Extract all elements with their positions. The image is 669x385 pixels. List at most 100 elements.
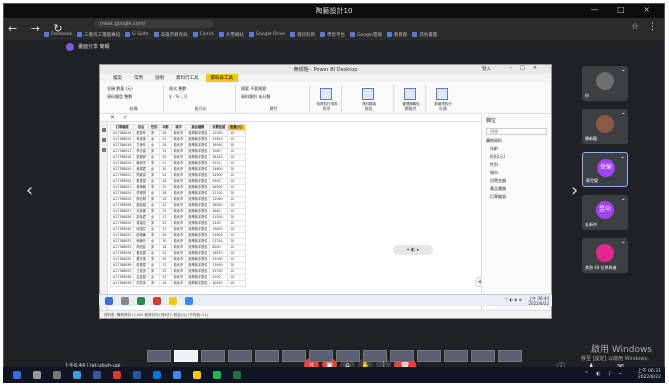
system-tray-icons[interactable]: ^ ◐ ♪ ⌁ [584, 371, 625, 377]
window-thumbnail[interactable] [200, 350, 225, 362]
window-thumbnail[interactable] [254, 350, 279, 362]
manage-relationships-icon[interactable] [404, 88, 416, 100]
fields-list: 購物資料 年齡 折扣(元) 性別 城市 消費金額 產品種類 訂單編號 [482, 137, 551, 201]
powerbi-icon[interactable] [193, 371, 201, 379]
ribbon-tab[interactable]: 常用 [129, 74, 148, 82]
chrome-icon[interactable] [173, 371, 181, 379]
field-item[interactable]: 折扣(元) [482, 153, 551, 161]
data-view-icon[interactable] [102, 138, 106, 142]
bookmark-item[interactable]: 學習平台 [320, 30, 345, 39]
window-thumbnail[interactable] [146, 350, 171, 362]
pbi-window-controls[interactable]: –□× [510, 65, 545, 71]
participant-tile[interactable]: 你 ⌁ [582, 66, 628, 101]
bookmark-icon [125, 32, 131, 37]
chevron-left-icon[interactable]: ‹ [26, 180, 33, 201]
excel-icon[interactable] [233, 371, 241, 379]
column-header[interactable]: 數量(元) [227, 124, 246, 131]
table-cell: A17788833 [109, 244, 135, 251]
ribbon-tab[interactable]: 檔案 [108, 74, 127, 82]
formula-icons[interactable]: ✕ ✓ [110, 114, 131, 121]
participant-tile[interactable]: 其他 40 位參與者 ⌁ [582, 238, 628, 273]
window-controls[interactable]: — □ × [591, 5, 658, 14]
format-field[interactable]: 格式 整數 [169, 86, 232, 92]
bookmark-item[interactable]: Google Drive [248, 30, 285, 39]
bookmark-item[interactable]: 三重商工電腦專班 [77, 30, 120, 39]
report-view-icon[interactable] [102, 128, 106, 132]
start-icon[interactable] [13, 371, 21, 379]
table-cell: 40450 [209, 280, 229, 287]
new-column-icon[interactable] [436, 88, 448, 100]
bookmark-item[interactable]: 資訊科目 [290, 30, 315, 39]
window-thumbnail[interactable] [470, 350, 495, 362]
share-floating-toolbar[interactable]: ⌖ ◐ ▸ [393, 245, 433, 255]
column-header[interactable]: 消費金額 [209, 124, 229, 131]
app-icon[interactable] [113, 371, 121, 379]
sort-by-column-icon[interactable] [320, 88, 332, 100]
window-thumbnail[interactable] [497, 350, 522, 362]
bookmark-item[interactable]: 教育部 [386, 30, 407, 39]
table-field-root[interactable]: 購物資料 [482, 137, 551, 145]
participant-tile[interactable]: 陳新龍 ⌁ [582, 109, 628, 144]
window-thumbnail[interactable] [362, 350, 387, 362]
table-cell: A17788814 [109, 130, 135, 137]
fields-search-input[interactable]: 搜尋 [486, 128, 547, 135]
edge-icon[interactable] [153, 371, 161, 379]
pbi-ribbon-tabs: 檔案 常用 說明 資料行工具 資料表工具 [100, 74, 551, 82]
window-thumbnail[interactable] [227, 350, 252, 362]
bookmark-item[interactable]: 其他書籤 [412, 30, 437, 39]
store-icon[interactable] [73, 371, 81, 379]
participant-tile[interactable]: 世榮 蔡世榮 ⌁ [582, 152, 628, 187]
field-item[interactable]: 城市 [482, 169, 551, 177]
bookmarks-bar: Facebook 三重商工電腦專班 G Suite 高雄市教育局 Canva 大學網站 Go… [44, 30, 628, 39]
summary-field[interactable]: 摘要 不要摘要 [241, 86, 306, 92]
name-field[interactable]: 名稱 數量 (元) [107, 86, 160, 92]
model-view-icon[interactable] [102, 148, 106, 152]
shared-tray-icons: ^ ◐ ◈ ⊕ [504, 297, 522, 302]
ribbon-tab[interactable]: 資料行工具 [171, 74, 204, 82]
title-bar: 陶藝設計10 — □ × [4, 4, 664, 18]
window-thumbnail[interactable] [335, 350, 360, 362]
table-cell: A17788822 [109, 178, 135, 185]
taskbar-clock[interactable]: 上午 06:31 2022/8/22 [638, 369, 661, 381]
bookmark-item[interactable]: Google雲端 [350, 30, 382, 39]
bookmark-item[interactable]: G Suite [125, 30, 149, 39]
field-item[interactable]: 產品種類 [482, 185, 551, 193]
table-cell: A17788828 [109, 214, 135, 221]
ribbon-tab[interactable]: 說明 [150, 74, 169, 82]
bookmark-item[interactable]: Facebook [44, 30, 72, 39]
window-thumbnail[interactable] [389, 350, 414, 362]
bookmark-item[interactable]: 高雄市教育局 [153, 30, 188, 39]
format-buttons[interactable]: $ - % , .0 [169, 94, 232, 99]
table-cell: A17788826 [109, 202, 135, 209]
data-groups-icon[interactable] [362, 88, 374, 100]
word-icon[interactable] [133, 371, 141, 379]
browser-menu-icon[interactable]: ☆ ⋮ [631, 22, 660, 32]
ribbon-sort-group: 依資料行排序 排序 [312, 84, 342, 112]
window-thumbnail[interactable] [308, 350, 333, 362]
table-cell: 男 [147, 280, 161, 287]
field-item[interactable]: 消費金額 [482, 177, 551, 185]
window-thumbnail[interactable] [173, 350, 198, 362]
task-view-icon[interactable] [53, 371, 61, 379]
bookmark-item[interactable]: 大學網站 [218, 30, 244, 39]
window-thumbnail[interactable] [281, 350, 306, 362]
window-thumbnails [4, 348, 664, 364]
app-icon[interactable] [93, 371, 101, 379]
window-thumbnail[interactable] [443, 350, 468, 362]
window-thumbnail[interactable] [416, 350, 441, 362]
address-bar[interactable]: meet.google.com/ [94, 20, 214, 28]
participant-tile[interactable]: 昱中 丸新中 ⌁ [582, 195, 628, 230]
participant-name: 蔡世榮 [586, 178, 598, 183]
chevron-right-icon[interactable]: › [571, 180, 578, 201]
line-icon[interactable] [213, 371, 221, 379]
ribbon-tab[interactable]: 資料表工具 [205, 74, 238, 82]
search-icon[interactable] [33, 371, 41, 379]
datatype-field[interactable]: 資料類型 整數 [107, 94, 160, 100]
field-item[interactable]: 訂單編號 [482, 193, 551, 201]
table-cell: 皮飾與手提包 [185, 280, 211, 287]
bookmark-item[interactable]: Canva [192, 30, 214, 39]
sign-in-link[interactable]: 登入 [482, 66, 491, 72]
field-item[interactable]: 性別 [482, 161, 551, 169]
field-item[interactable]: 年齡 [482, 145, 551, 153]
category-field[interactable]: 資料類別 未分類 [241, 94, 306, 100]
